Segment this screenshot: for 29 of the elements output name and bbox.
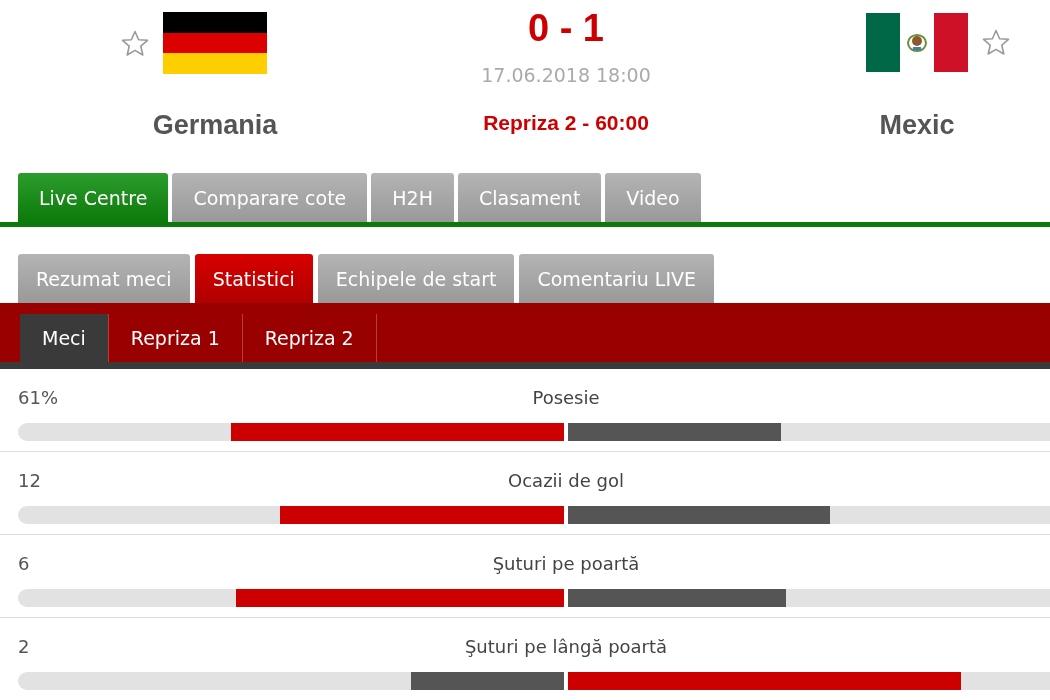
stat-value: 2 [18, 636, 30, 658]
stat-value: 61% [18, 387, 58, 409]
main-tab[interactable]: H2H [371, 173, 454, 222]
stat-title: Şuturi pe poartă [492, 553, 640, 575]
section-tab[interactable]: Rezumat meci [18, 254, 190, 303]
stat-value: 12 [18, 470, 41, 492]
main-tab[interactable]: Live Centre [18, 173, 169, 222]
match-score: 0 - 1 [527, 8, 604, 48]
team-name: Mexic [879, 109, 955, 141]
main-tab[interactable]: Comparare cote [172, 173, 368, 222]
stat-title: Posesie [532, 387, 600, 409]
stat-title: Şuturi pe lângă poartă [464, 636, 668, 658]
section-tab[interactable]: Echipele de start [317, 254, 515, 303]
period-tab[interactable]: Repriza 1 [108, 314, 243, 362]
period-tab[interactable]: Meci [20, 314, 109, 362]
section-tab[interactable]: Comentariu LIVE [519, 254, 715, 303]
team-name: Germania [152, 109, 278, 141]
flag-icon [866, 13, 968, 72]
match-date: 17.06.2018 18:00 [481, 63, 651, 87]
star-icon[interactable] [121, 29, 149, 57]
main-tab[interactable]: Clasament [457, 173, 602, 222]
flag-icon [163, 12, 267, 74]
period-tab[interactable]: Repriza 2 [242, 314, 377, 362]
match-status: Repriza 2 - 60:00 [483, 110, 649, 136]
main-tab[interactable]: Video [605, 173, 701, 222]
section-tab[interactable]: Statistici [194, 254, 313, 303]
star-icon[interactable] [982, 29, 1010, 56]
stat-value: 6 [18, 553, 30, 575]
stat-title: Ocazii de gol [508, 470, 624, 492]
